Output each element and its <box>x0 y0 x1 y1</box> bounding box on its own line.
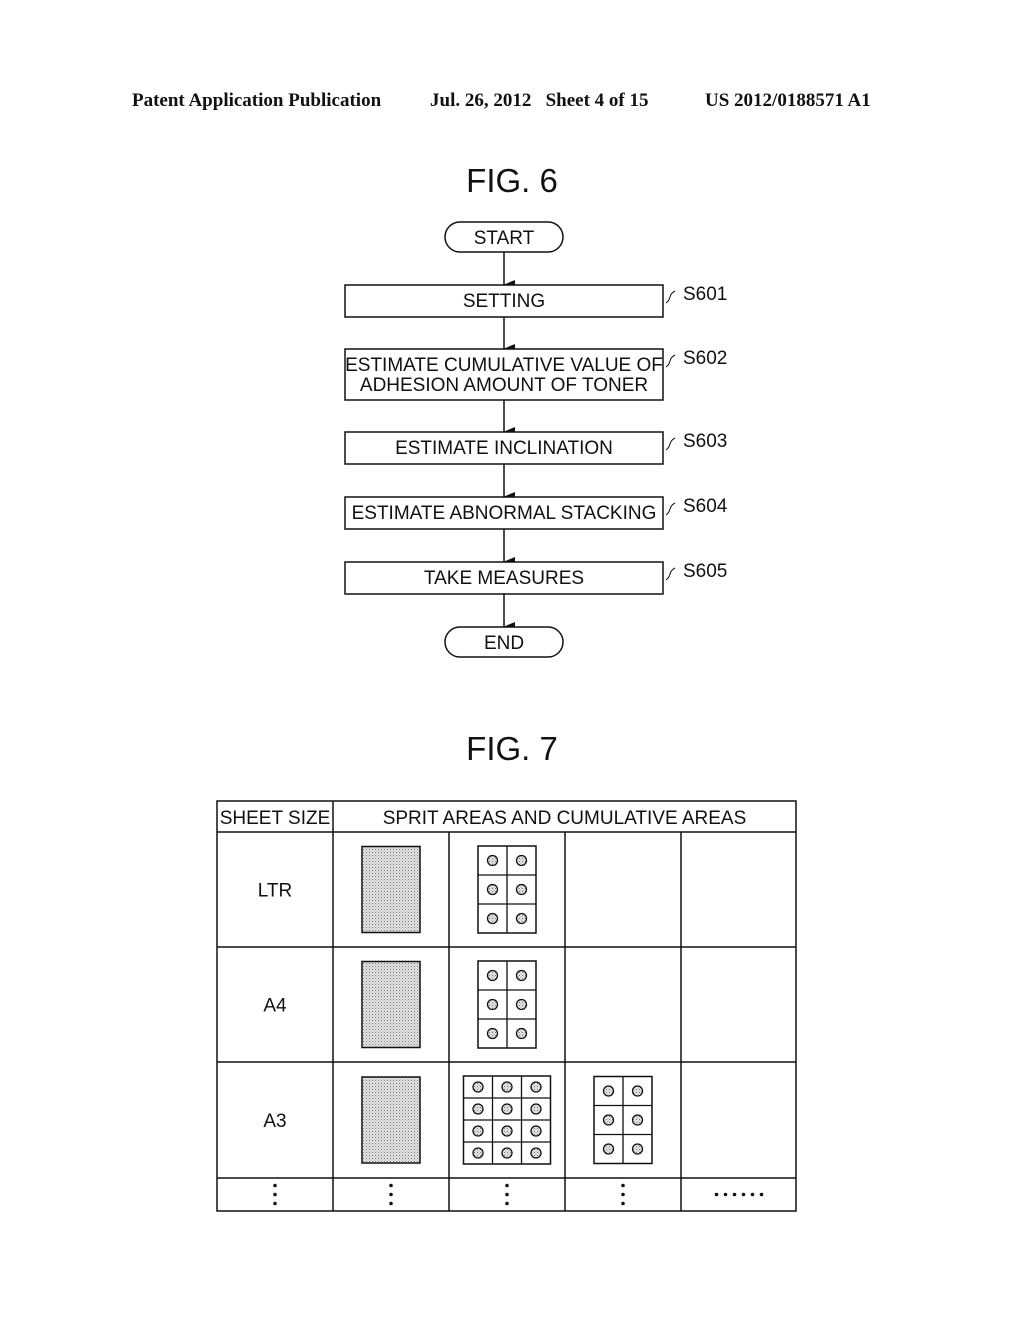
sheet-size-ltr: LTR <box>258 881 292 902</box>
area-marker <box>515 883 528 896</box>
area-marker <box>501 1103 513 1115</box>
step-label-s601: SETTING <box>463 291 545 312</box>
area-marker <box>515 1027 528 1040</box>
continuation-dot <box>505 1192 509 1197</box>
split-area-solid <box>361 960 421 1049</box>
fig7-table: SHEET SIZE SPRIT AREAS AND CUMULATIVE ARE… <box>216 800 797 1212</box>
split-area-solid <box>361 845 421 934</box>
area-marker <box>631 1114 644 1126</box>
step-id-s604: S604 <box>683 496 728 517</box>
diagram-canvas: START SETTING S601 ESTIMATE CUMULATIVE VALU… <box>216 221 797 1212</box>
split-area-solid <box>361 1076 421 1164</box>
area-marker <box>501 1147 513 1159</box>
area-marker <box>631 1143 644 1155</box>
start-terminator-label: START <box>474 228 535 249</box>
area-marker <box>472 1147 484 1159</box>
end-terminator-label: END <box>484 633 524 654</box>
step-label-s602: ADHESION AMOUNT OF TONER <box>360 375 648 396</box>
continuation-dot <box>621 1192 625 1197</box>
continuation-dot <box>389 1183 393 1188</box>
leader-line <box>665 290 676 304</box>
sheet-size-a4: A4 <box>263 996 287 1017</box>
area-marker <box>486 969 499 982</box>
area-marker <box>530 1147 542 1159</box>
step-id-s603: S603 <box>683 431 727 452</box>
area-marker <box>501 1125 513 1137</box>
area-marker <box>472 1103 484 1115</box>
leader-line <box>665 502 676 516</box>
area-marker <box>515 854 528 867</box>
area-marker <box>486 883 499 896</box>
header-split-areas: SPRIT AREAS AND CUMULATIVE AREAS <box>383 808 747 829</box>
continuation-dot <box>732 1192 737 1197</box>
area-marker <box>602 1114 615 1126</box>
step-id-s602: S602 <box>683 348 727 369</box>
step-label-s604: ESTIMATE ABNORMAL STACKING <box>352 503 657 524</box>
step-id-s601: S601 <box>683 284 727 305</box>
step-label-s602: ESTIMATE CUMULATIVE VALUE OF <box>345 355 663 376</box>
area-marker <box>515 998 528 1011</box>
continuation-dot <box>273 1192 277 1197</box>
continuation-dot <box>621 1201 625 1206</box>
step-id-s605: S605 <box>683 561 727 582</box>
continuation-dot <box>723 1192 728 1197</box>
continuation-dot <box>389 1201 393 1206</box>
area-marker <box>486 998 499 1011</box>
continuation-dot <box>505 1201 509 1206</box>
continuation-dot <box>273 1183 277 1188</box>
fig6-flowchart: START SETTING S601 ESTIMATE CUMULATIVE VALU… <box>344 221 728 658</box>
area-marker <box>515 912 528 925</box>
step-label-s605: TAKE MEASURES <box>424 568 584 589</box>
sheet-size-a3: A3 <box>263 1111 286 1132</box>
area-marker <box>530 1103 542 1115</box>
area-marker <box>602 1143 615 1155</box>
area-marker <box>472 1081 484 1093</box>
leader-line <box>665 354 676 368</box>
area-marker <box>530 1081 542 1093</box>
step-label-s603: ESTIMATE INCLINATION <box>395 438 613 459</box>
area-marker <box>486 912 499 925</box>
area-marker <box>486 1027 499 1040</box>
continuation-dot <box>750 1192 755 1197</box>
continuation-dot <box>505 1183 509 1188</box>
continuation-dot <box>759 1192 764 1197</box>
header-sheet-size: SHEET SIZE <box>220 808 331 829</box>
continuation-dot <box>714 1192 719 1197</box>
area-marker <box>515 969 528 982</box>
area-marker <box>530 1125 542 1137</box>
area-marker <box>486 854 499 867</box>
area-marker <box>472 1125 484 1137</box>
continuation-dot <box>389 1192 393 1197</box>
area-marker <box>631 1085 644 1097</box>
area-marker <box>501 1081 513 1093</box>
leader-line <box>665 437 676 451</box>
continuation-dot <box>741 1192 746 1197</box>
continuation-dot <box>621 1183 625 1188</box>
area-marker <box>602 1085 615 1097</box>
leader-line <box>665 567 676 581</box>
continuation-dot <box>273 1201 277 1206</box>
